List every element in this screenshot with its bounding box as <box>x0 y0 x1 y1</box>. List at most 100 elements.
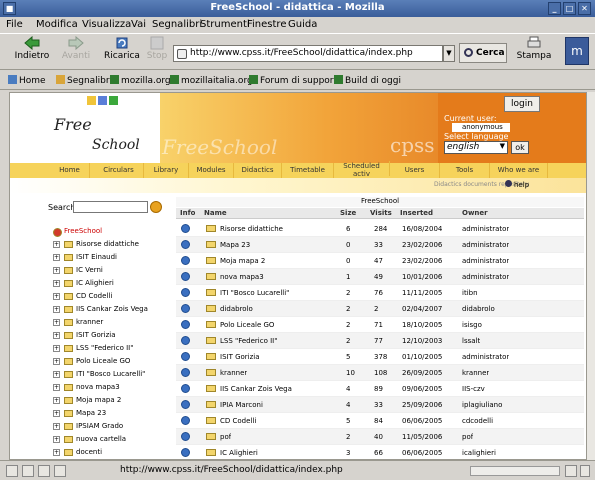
menu-modifica[interactable]: Modifica <box>36 19 78 30</box>
help-link[interactable]: help <box>505 180 529 189</box>
cell-name[interactable]: Moja mapa 2 <box>220 257 265 265</box>
tab-who-we-are[interactable]: Who we are <box>490 163 548 178</box>
table-row[interactable]: didabrolo 2 2 02/04/2007 didabrolo <box>176 301 584 317</box>
cell-name[interactable]: IIS Cankar Zois Vega <box>220 385 292 393</box>
expand-icon[interactable]: + <box>53 332 60 339</box>
table-row[interactable]: ITI "Bosco Lucarelli" 2 76 11/11/2005 itibn <box>176 285 584 301</box>
col-name[interactable]: Name <box>204 209 227 217</box>
expand-icon[interactable]: + <box>53 423 60 430</box>
vertical-scrollbar[interactable] <box>587 92 595 460</box>
back-button[interactable]: Indietro <box>10 36 54 68</box>
info-icon[interactable] <box>181 368 190 377</box>
tab-circulars[interactable]: Circulars <box>94 163 144 178</box>
tab-scheduled-activ[interactable]: Scheduled activ <box>334 161 390 178</box>
expand-icon[interactable]: + <box>53 345 60 352</box>
tab-users[interactable]: Users <box>390 163 440 178</box>
info-icon[interactable] <box>181 240 190 249</box>
table-row[interactable]: IIS Cankar Zois Vega 4 89 09/06/2005 IIS-czv <box>176 381 584 397</box>
menu-strumenti[interactable]: Strumenti <box>200 19 250 30</box>
table-row[interactable]: Polo Liceale GO 2 71 18/10/2005 isisgo <box>176 317 584 333</box>
info-icon[interactable] <box>181 272 190 281</box>
col-info[interactable]: Info <box>180 209 195 217</box>
menu-guida[interactable]: Guida <box>288 19 317 30</box>
menu-vai[interactable]: Vai <box>131 19 146 30</box>
table-row[interactable]: Risorse didattiche 6 284 16/08/2004 administ… <box>176 221 584 237</box>
cell-name[interactable]: CD Codelli <box>220 417 256 425</box>
url-field[interactable]: http://www.cpss.it/FreeSchool/didattica/… <box>173 45 443 62</box>
info-icon[interactable] <box>181 432 190 441</box>
col-size[interactable]: Size <box>340 209 356 217</box>
expand-icon[interactable]: + <box>53 280 60 287</box>
print-button[interactable]: Stampa <box>512 36 556 68</box>
bookmark-mozilla-org[interactable]: mozilla.org <box>110 75 171 86</box>
reload-label[interactable]: Ricarica <box>104 51 140 61</box>
table-row[interactable]: Moja mapa 2 0 47 23/02/2006 administrator <box>176 253 584 269</box>
menu-finestre[interactable]: Finestre <box>247 19 286 30</box>
cell-name[interactable]: Polo Liceale GO <box>220 321 274 329</box>
tab-library[interactable]: Library <box>144 163 189 178</box>
cell-name[interactable]: ISIT Gorizia <box>220 353 260 361</box>
search-button[interactable]: Cerca <box>459 43 507 63</box>
expand-icon[interactable]: + <box>53 241 60 248</box>
expand-icon[interactable]: + <box>53 319 60 326</box>
composer-icon[interactable] <box>38 465 50 477</box>
cell-name[interactable]: ITI "Bosco Lucarelli" <box>220 289 289 297</box>
login-button[interactable]: login <box>504 96 540 112</box>
col-visits[interactable]: Visits <box>370 209 392 217</box>
cell-name[interactable]: Mapa 23 <box>220 241 250 249</box>
tab-didactics[interactable]: Didactics <box>234 163 282 178</box>
ok-button[interactable]: ok <box>511 141 529 154</box>
close-icon[interactable]: ✕ <box>578 2 591 15</box>
mozilla-throbber-icon[interactable]: m <box>565 37 589 65</box>
cell-name[interactable]: didabrolo <box>220 305 253 313</box>
tab-modules[interactable]: Modules <box>189 163 234 178</box>
cell-name[interactable]: LSS "Federico II" <box>220 337 277 345</box>
expand-icon[interactable]: + <box>53 358 60 365</box>
bookmark-forum[interactable]: Forum di supporto <box>249 75 343 86</box>
expand-icon[interactable]: + <box>53 384 60 391</box>
expand-icon[interactable]: + <box>53 397 60 404</box>
url-dropdown-button[interactable]: ▼ <box>443 45 455 62</box>
sidebar-grippy[interactable] <box>0 92 7 459</box>
navigator-icon[interactable] <box>6 465 18 477</box>
cell-name[interactable]: kranner <box>220 369 247 377</box>
expand-icon[interactable]: + <box>53 436 60 443</box>
expand-icon[interactable]: + <box>53 254 60 261</box>
expand-icon[interactable]: + <box>53 410 60 417</box>
col-inserted[interactable]: Inserted <box>400 209 433 217</box>
expand-icon[interactable]: + <box>53 449 60 456</box>
expand-icon[interactable]: + <box>53 293 60 300</box>
stop-button[interactable]: Stop <box>144 36 170 68</box>
info-icon[interactable] <box>181 304 190 313</box>
reload-button[interactable]: Ricarica <box>100 36 144 68</box>
menu-file[interactable]: File <box>6 19 23 30</box>
cell-name[interactable]: pof <box>220 433 231 441</box>
menu-visualizza[interactable]: Visualizza <box>82 19 131 30</box>
table-row[interactable]: nova mapa3 1 49 10/01/2006 administrator <box>176 269 584 285</box>
table-row[interactable]: Mapa 23 0 33 23/02/2006 administrator <box>176 237 584 253</box>
url-text[interactable]: http://www.cpss.it/FreeSchool/didattica/… <box>190 48 413 58</box>
expand-icon[interactable]: + <box>53 371 60 378</box>
info-icon[interactable] <box>181 256 190 265</box>
info-icon[interactable] <box>181 288 190 297</box>
cell-name[interactable]: nova mapa3 <box>220 273 264 281</box>
bookmark-mozillaitalia[interactable]: mozillaitalia.org <box>170 75 253 86</box>
table-row[interactable]: LSS "Federico II" 2 77 12/10/2003 lssalt <box>176 333 584 349</box>
search-input[interactable] <box>73 201 148 213</box>
expand-icon[interactable]: + <box>53 267 60 274</box>
col-owner[interactable]: Owner <box>462 209 488 217</box>
bookmark-segnalibri[interactable]: Segnalibri <box>56 75 112 86</box>
tab-timetable[interactable]: Timetable <box>282 163 334 178</box>
bookmark-home[interactable]: Home <box>8 75 46 86</box>
info-icon[interactable] <box>181 400 190 409</box>
search-go-icon[interactable] <box>150 201 162 213</box>
addressbook-icon[interactable] <box>54 465 66 477</box>
tab-tools[interactable]: Tools <box>440 163 490 178</box>
info-icon[interactable] <box>181 416 190 425</box>
menu-segnalibri[interactable]: Segnalibri <box>152 19 202 30</box>
forward-button[interactable]: Avanti <box>58 36 94 68</box>
table-row[interactable]: IPIA Marconi 4 33 25/09/2006 iplagiuliano <box>176 397 584 413</box>
info-icon[interactable] <box>181 448 190 457</box>
info-icon[interactable] <box>181 320 190 329</box>
table-row[interactable]: pof 2 40 11/05/2006 pof <box>176 429 584 445</box>
